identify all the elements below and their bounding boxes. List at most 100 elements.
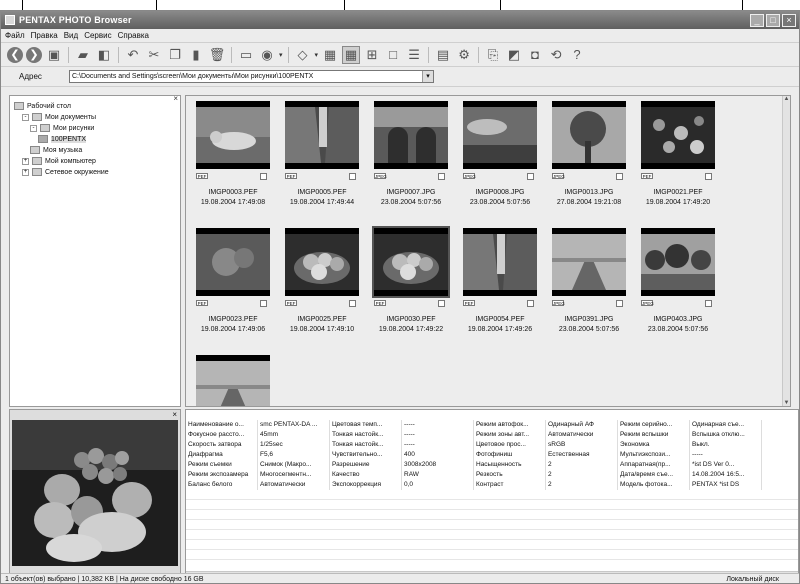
menu-file[interactable]: Файл — [5, 31, 25, 40]
cut-icon[interactable]: ✂ — [145, 46, 163, 64]
info-value: 1/25sec — [258, 440, 330, 450]
select-checkbox[interactable] — [438, 300, 445, 307]
select-checkbox[interactable] — [527, 300, 534, 307]
tree-item[interactable]: + Сетевое окружение — [22, 168, 109, 176]
thumbnail-filename: IMGP0013.JPG — [564, 189, 614, 196]
grid-large-icon[interactable]: ▦ — [342, 45, 361, 64]
camera-icon[interactable]: ◘ — [526, 46, 544, 64]
export-icon[interactable]: ⎘ — [484, 46, 502, 64]
address-field[interactable]: C:\Documents and Settings\screen\Мои док… — [69, 70, 434, 83]
info-value: Многосегментн... — [258, 470, 330, 480]
scroll-up-icon[interactable]: ▲ — [783, 96, 790, 102]
tree-item[interactable]: - Мои рисунки — [30, 124, 94, 132]
rotate-icon[interactable]: ⟲ — [547, 46, 565, 64]
delete-icon[interactable]: 🗑 — [208, 46, 226, 64]
copy-icon[interactable]: ❐ — [166, 46, 184, 64]
help-icon[interactable]: ? — [568, 46, 586, 64]
info-value: ----- — [402, 420, 474, 430]
file-type-badge: JPEG — [641, 300, 654, 306]
tree-item[interactable]: Моя музыка — [30, 146, 82, 154]
undo-icon[interactable]: ↶ — [124, 46, 142, 64]
info-label: Модель фотока... — [618, 480, 690, 490]
select-checkbox[interactable] — [260, 300, 267, 307]
thumbnail-item[interactable]: JPEG IMGP0403.JPG 23.08.2004 5:07:56 — [635, 225, 721, 351]
menu-service[interactable]: Сервис — [84, 31, 111, 40]
chevron-down-icon[interactable]: ▾ — [422, 71, 433, 82]
thumbnail-item[interactable]: PEF IMGP0023.PEF 19.08.2004 17:49:06 — [190, 225, 276, 351]
collapse-icon[interactable]: - — [30, 124, 37, 132]
thumbnail-item[interactable]: JPEG IMGP0013.JPG 27.08.2004 19:21:08 — [546, 98, 632, 224]
window-title: PENTAX PHOTO Browser — [19, 15, 132, 25]
select-checkbox[interactable] — [438, 173, 445, 180]
select-checkbox[interactable] — [616, 300, 623, 307]
thumbnail-item[interactable]: PEF IMGP0054.PEF 19.08.2004 17:49:26 — [457, 225, 543, 351]
close-button[interactable]: × — [782, 13, 796, 27]
close-icon[interactable]: × — [173, 94, 178, 103]
scroll-down-icon[interactable]: ▼ — [783, 400, 790, 406]
package-icon[interactable]: ◧ — [95, 46, 113, 64]
vertical-scrollbar[interactable]: ▲ ▼ — [782, 96, 790, 406]
grid-4-icon[interactable]: ⊞ — [363, 46, 381, 64]
menu-view[interactable]: Вид — [64, 31, 78, 40]
expand-icon[interactable]: + — [22, 157, 29, 165]
tree-item[interactable]: 100PENTX — [38, 135, 87, 143]
tree-item[interactable]: + Мой компьютер — [22, 157, 96, 165]
tag-icon[interactable]: ◇ — [294, 46, 312, 64]
thumbnail-item[interactable] — [190, 352, 276, 406]
close-icon[interactable]: × — [172, 410, 177, 419]
select-checkbox[interactable] — [705, 300, 712, 307]
info-label: Контраст — [474, 480, 546, 490]
thumbnail-item[interactable]: JPEG IMGP0008.JPG 23.08.2004 5:07:56 — [457, 98, 543, 224]
info-value: 2 — [546, 470, 618, 480]
info-value: smc PENTAX-DA ... — [258, 420, 330, 430]
thumbnail-item[interactable]: JPEG IMGP0007.JPG 23.08.2004 5:07:56 — [368, 98, 454, 224]
menu-edit[interactable]: Правка — [31, 31, 58, 40]
maximize-button[interactable]: □ — [766, 13, 780, 27]
paste-icon[interactable]: ▮ — [187, 46, 205, 64]
list-view-icon[interactable]: ☰ — [405, 46, 423, 64]
expand-icon[interactable]: + — [22, 168, 29, 176]
thumbnail-image — [641, 228, 715, 296]
slideshow-icon[interactable]: ▭ — [237, 46, 255, 64]
thumbnail-item[interactable]: PEF IMGP0025.PEF 19.08.2004 17:49:10 — [279, 225, 365, 351]
panel-icon[interactable]: ▤ — [434, 46, 452, 64]
up-folder-icon[interactable]: ▣ — [45, 46, 63, 64]
thumbnail-item[interactable]: PEF IMGP0005.PEF 19.08.2004 17:49:44 — [279, 98, 365, 224]
select-checkbox[interactable] — [349, 173, 356, 180]
tree-item[interactable]: Рабочий стол — [14, 102, 71, 110]
select-checkbox[interactable] — [349, 300, 356, 307]
open-icon[interactable]: ▰ — [74, 46, 92, 64]
single-view-icon[interactable]: □ — [384, 46, 402, 64]
info-value: sRGB — [546, 440, 618, 450]
select-checkbox[interactable] — [527, 173, 534, 180]
tree-item[interactable]: - Мои документы — [22, 113, 96, 121]
thumbnail-item[interactable]: PEF IMGP0003.PEF 19.08.2004 17:49:08 — [190, 98, 276, 224]
main-area: × Рабочий стол - Мои документы - Мои рисунки… — [1, 89, 799, 407]
settings-icon[interactable]: ⚙ — [455, 46, 473, 64]
print-icon[interactable]: ◩ — [505, 46, 523, 64]
info-value: Естественная — [546, 450, 618, 460]
thumbnail-item[interactable]: JPEG IMGP0391.JPG 23.08.2004 5:07:56 — [546, 225, 632, 351]
menu-help[interactable]: Справка — [118, 31, 149, 40]
forward-icon[interactable]: ❯ — [26, 46, 42, 63]
info-label: Режим автофок... — [474, 420, 546, 430]
info-label: Скорость затвора — [186, 440, 258, 450]
thumbnail-item[interactable]: PEF IMGP0021.PEF 19.08.2004 17:49:20 — [635, 98, 721, 224]
app-window: PENTAX PHOTO Browser _ □ × Файл Правка В… — [0, 10, 800, 584]
thumbnail-date: 19.08.2004 17:49:44 — [289, 199, 355, 206]
select-checkbox[interactable] — [705, 173, 712, 180]
select-checkbox[interactable] — [616, 173, 623, 180]
thumbnail-item[interactable]: PEF IMGP0030.PEF 19.08.2004 17:49:22 — [368, 225, 454, 351]
select-checkbox[interactable] — [260, 173, 267, 180]
thumbnail-pane: PEF IMGP0003.PEF 19.08.2004 17:49:08 PEF IMG… — [185, 95, 791, 407]
info-label: Экономка — [618, 440, 690, 450]
eye-icon[interactable]: ◉ — [258, 46, 276, 64]
collapse-icon[interactable]: - — [22, 113, 29, 121]
info-value: 45mm — [258, 430, 330, 440]
grid-small-icon[interactable]: ▦ — [321, 46, 339, 64]
thumbnail-filename: IMGP0007.JPG — [386, 189, 436, 196]
thumbnail-image — [641, 101, 715, 169]
info-label: Качество — [330, 470, 402, 480]
back-icon[interactable]: ❮ — [7, 46, 23, 63]
minimize-button[interactable]: _ — [750, 13, 764, 27]
